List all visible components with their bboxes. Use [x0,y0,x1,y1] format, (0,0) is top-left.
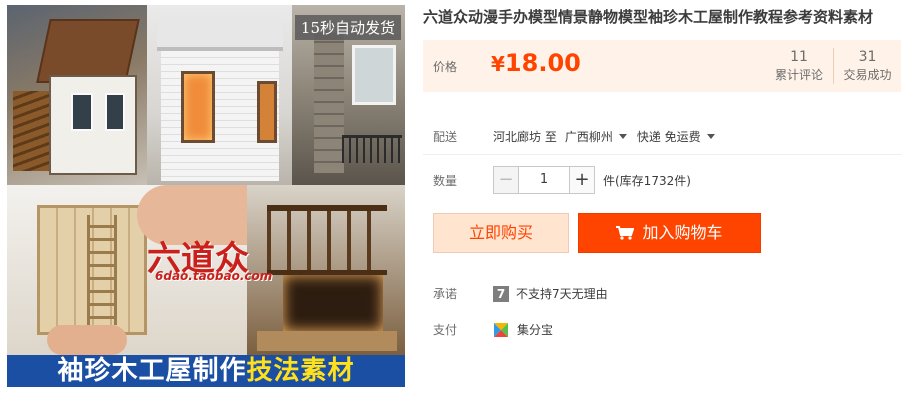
currency-symbol: ¥ [491,52,505,76]
stock-text: 件(库存1732件) [603,173,691,188]
ladder-shape [87,215,117,325]
add-to-cart-label: 加入购物车 [642,223,723,242]
stone-pillar-shape [314,33,344,173]
price-label: 价格 [433,60,458,74]
reviews-label: 累计评论 [774,68,823,82]
railing-shape [342,135,402,163]
product-info-panel: 六道众动漫手办模型情景静物模型袖珍木工屋制作教程参考资料素材 价格 ¥18.00… [423,6,901,337]
quantity-input[interactable]: 1 [519,166,569,194]
product-stats: 11 累计评论 31 交易成功 [765,48,901,84]
quantity-row: 数量 − 1 + 件(库存1732件) [433,166,691,194]
sales-count: 31 [858,49,877,65]
jifenbao-icon [494,322,508,337]
photo-dollhouse [7,5,147,185]
reviews-count: 11 [790,49,808,65]
hand-shape [47,325,127,355]
price-value: ¥18.00 [491,49,581,77]
photo-stone-balcony: 15秒自动发货 [292,5,405,185]
shop-watermark-url: 6dao.taobao.com [155,269,273,283]
destination-select[interactable]: 广西柳州 [565,128,637,145]
quantity-increase-button[interactable]: + [569,166,595,194]
add-to-cart-button[interactable]: 加入购物车 [578,213,761,253]
shipping-row: 配送 河北廊坊 至 广西柳州 快递 免运费 [433,128,725,145]
divider [423,154,901,155]
stairs-shape [13,91,53,171]
chevron-down-icon [618,134,627,139]
buy-now-button[interactable]: 立即购买 [433,213,569,253]
product-main-image[interactable]: 15秒自动发货 六道众 6dao.taobao.com 袖珍木工屋制作技法素材 [7,5,405,387]
delivery-method-value: 快递 免运费 [636,130,701,144]
product-title: 六道众动漫手办模型情景静物模型袖珍木工屋制作教程参考资料素材 [423,8,874,26]
lit-window-shape [181,71,215,143]
banner-highlight: 技法素材 [246,356,355,386]
payment-label: 支付 [433,323,458,337]
photo-white-house [147,5,292,185]
promise-text[interactable]: 不支持7天无理由 [516,285,608,302]
roof-shape [157,17,283,51]
quantity-stepper: − 1 + [493,166,595,194]
base-shape [257,331,397,351]
payment-method[interactable]: 集分宝 [517,321,553,338]
reviews-stat[interactable]: 11 累计评论 [765,48,833,84]
roof-shape [36,19,140,83]
delivery-method-select[interactable]: 快递 免运费 [637,128,725,145]
window-shape [71,93,93,131]
pavilion-shape [267,205,387,275]
promise-row: 承诺 7 不支持7天无理由 [433,285,608,302]
room-shape [283,275,383,331]
shipping-origin: 河北廊坊 至 [493,130,557,144]
window-shape [105,93,125,131]
shipping-label: 配送 [433,130,458,144]
window-shape [352,45,396,105]
price-amount: 18.00 [504,49,581,77]
sales-label: 交易成功 [843,68,892,82]
image-banner: 袖珍木工屋制作技法素材 [7,355,405,387]
promise-label: 承诺 [433,287,458,301]
payment-row: 支付 集分宝 [433,321,553,338]
quantity-decrease-button[interactable]: − [493,166,519,194]
destination-value: 广西柳州 [564,130,613,144]
lit-window-shape [257,81,277,143]
auto-delivery-badge: 15秒自动发货 [294,15,401,40]
cart-icon [616,226,635,240]
quantity-label: 数量 [433,173,458,188]
seven-day-icon: 7 [493,285,509,302]
sales-stat[interactable]: 31 交易成功 [833,48,901,84]
banner-text: 袖珍木工屋制作 [57,356,247,386]
chevron-down-icon [706,134,715,139]
price-panel: 价格 ¥18.00 11 累计评论 31 交易成功 [423,40,901,92]
